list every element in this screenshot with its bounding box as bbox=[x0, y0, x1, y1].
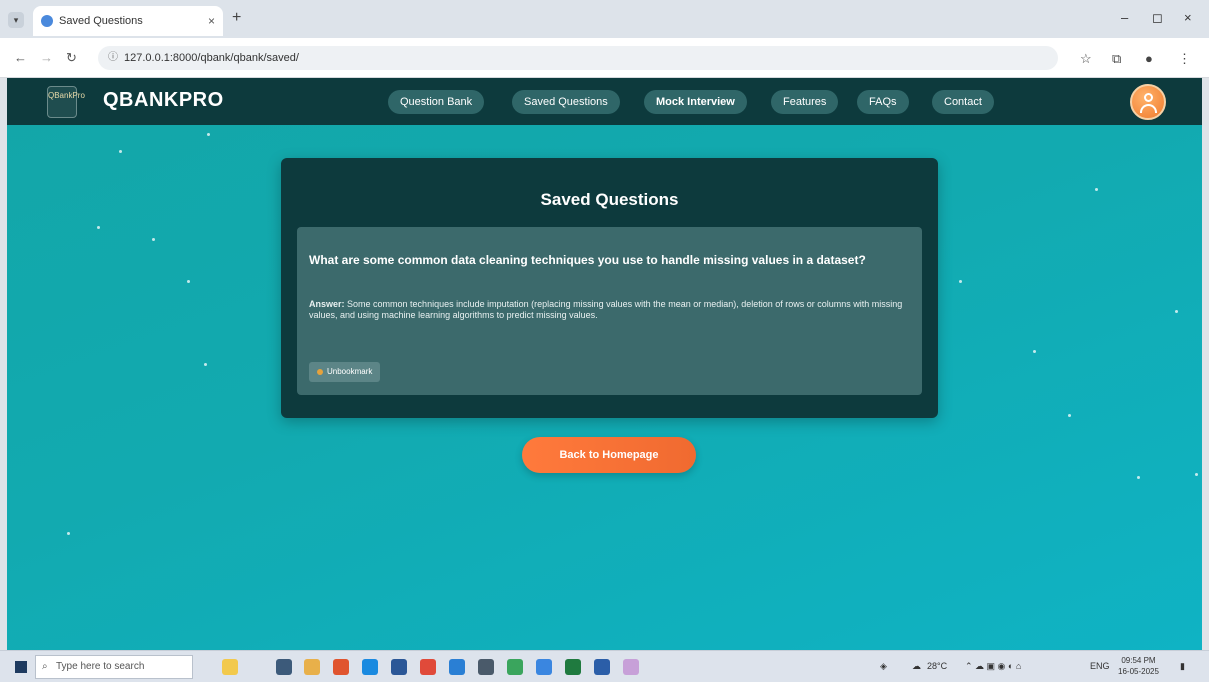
star-decoration bbox=[1195, 473, 1198, 476]
browser-tab[interactable]: Saved Questions × bbox=[33, 6, 223, 36]
star-decoration bbox=[1033, 350, 1036, 353]
star-decoration bbox=[1095, 188, 1098, 191]
tray-app-icon[interactable]: ◈ bbox=[880, 661, 887, 672]
url-field[interactable]: ⓘ 127.0.0.1:8000/qbank/qbank/saved/ bbox=[98, 46, 1058, 70]
close-window-button[interactable]: × bbox=[1184, 10, 1192, 25]
star-decoration bbox=[1068, 414, 1071, 417]
notifications-icon[interactable]: ▮ bbox=[1180, 661, 1185, 672]
weather-icon[interactable]: ☁ bbox=[912, 661, 921, 672]
windows-start-icon[interactable] bbox=[15, 661, 27, 673]
unbookmark-button[interactable]: Unbookmark bbox=[309, 362, 381, 382]
star-decoration bbox=[959, 280, 962, 283]
url-text: 127.0.0.1:8000/qbank/qbank/saved/ bbox=[124, 52, 299, 64]
star-decoration bbox=[1175, 310, 1178, 313]
tab-title: Saved Questions bbox=[59, 15, 143, 27]
taskbar-clock[interactable]: 09:54 PM 16-05-2025 bbox=[1118, 655, 1159, 677]
tray-icons[interactable]: ⌃ ☁ ▣ ◉ ◐ ⌂ bbox=[965, 661, 1021, 672]
app-icon[interactable] bbox=[536, 659, 552, 675]
new-tab-button[interactable]: + bbox=[232, 9, 241, 27]
favicon-icon bbox=[41, 15, 53, 27]
clock-date: 16-05-2025 bbox=[1118, 667, 1159, 676]
store-icon[interactable] bbox=[391, 659, 407, 675]
clock-time: 09:54 PM bbox=[1121, 656, 1156, 665]
forward-arrow-icon[interactable]: → bbox=[40, 50, 53, 65]
file-explorer-icon[interactable] bbox=[304, 659, 320, 675]
page-body: QBankPro QBANKPRO Question Bank Saved Qu… bbox=[7, 78, 1202, 650]
nav-features[interactable]: Features bbox=[771, 90, 839, 114]
word-icon[interactable] bbox=[594, 659, 610, 675]
star-decoration bbox=[187, 280, 190, 283]
star-decoration bbox=[97, 226, 100, 229]
answer-label: Answer: bbox=[309, 299, 345, 309]
nav-mock-interview[interactable]: Mock Interview bbox=[644, 90, 747, 114]
answer-text: Answer: Some common techniques include i… bbox=[309, 299, 914, 321]
back-arrow-icon[interactable]: ← bbox=[14, 50, 27, 65]
page-title: Saved Questions bbox=[540, 190, 679, 209]
task-view-icon[interactable] bbox=[276, 659, 292, 675]
nav-question-bank[interactable]: Question Bank bbox=[388, 90, 485, 114]
site-navbar: QBankPro QBANKPRO Question Bank Saved Qu… bbox=[7, 78, 1202, 125]
nav-faqs[interactable]: FAQs bbox=[857, 90, 909, 114]
unbookmark-label: Unbookmark bbox=[327, 367, 373, 376]
site-info-icon[interactable]: ⓘ bbox=[108, 46, 118, 70]
os-taskbar: ⌕ Type here to search ◈ ☁ 28°C ⌃ ☁ ▣ ◉ ◐… bbox=[0, 650, 1209, 682]
saved-question-item: What are some common data cleaning techn… bbox=[297, 227, 922, 395]
taskbar-search-input[interactable]: ⌕ Type here to search bbox=[35, 655, 193, 679]
bookmark-star-icon[interactable]: ☆ bbox=[1080, 51, 1092, 67]
weather-temp[interactable]: 28°C bbox=[927, 661, 947, 671]
nav-saved-questions[interactable]: Saved Questions bbox=[512, 90, 620, 114]
site-logo[interactable]: QBankPro bbox=[47, 86, 85, 118]
language-indicator[interactable]: ENG bbox=[1090, 661, 1110, 671]
extensions-icon[interactable]: ⧉ bbox=[1112, 51, 1121, 67]
user-icon bbox=[1144, 93, 1153, 102]
answer-body: Some common techniques include imputatio… bbox=[309, 299, 903, 320]
taskbar-search-placeholder: Type here to search bbox=[56, 661, 145, 672]
star-decoration bbox=[67, 532, 70, 535]
question-text: What are some common data cleaning techn… bbox=[309, 253, 866, 267]
star-decoration bbox=[204, 363, 207, 366]
chrome-icon[interactable] bbox=[420, 659, 436, 675]
excel-icon[interactable] bbox=[565, 659, 581, 675]
back-to-homepage-button[interactable]: Back to Homepage bbox=[522, 437, 696, 473]
saved-questions-card: Saved Questions What are some common dat… bbox=[281, 158, 938, 418]
menu-icon[interactable]: ⋮ bbox=[1178, 51, 1191, 67]
app-icon[interactable] bbox=[623, 659, 639, 675]
user-avatar[interactable] bbox=[1130, 84, 1166, 120]
star-decoration bbox=[207, 133, 210, 136]
search-icon: ⌕ bbox=[42, 661, 48, 672]
vscode-icon[interactable] bbox=[449, 659, 465, 675]
star-decoration bbox=[152, 238, 155, 241]
profile-icon[interactable]: ● bbox=[1145, 51, 1153, 66]
bookmark-icon bbox=[317, 368, 323, 375]
star-decoration bbox=[119, 150, 122, 153]
minimize-button[interactable]: – bbox=[1121, 10, 1128, 25]
tab-close-icon[interactable]: × bbox=[208, 14, 215, 28]
reload-icon[interactable]: ↻ bbox=[66, 50, 77, 66]
app-icon[interactable] bbox=[478, 659, 494, 675]
browser-tab-bar: ▾ Saved Questions × + – ◻ × bbox=[0, 0, 1209, 38]
app-icon[interactable] bbox=[333, 659, 349, 675]
maximize-button[interactable]: ◻ bbox=[1152, 10, 1163, 26]
star-decoration bbox=[1137, 476, 1140, 479]
nav-contact[interactable]: Contact bbox=[932, 90, 994, 114]
tab-search-icon[interactable]: ▾ bbox=[8, 12, 24, 28]
brand-name[interactable]: QBANKPRO bbox=[103, 89, 224, 112]
copilot-icon[interactable] bbox=[222, 659, 238, 675]
whatsapp-icon[interactable] bbox=[507, 659, 523, 675]
edge-icon[interactable] bbox=[362, 659, 378, 675]
